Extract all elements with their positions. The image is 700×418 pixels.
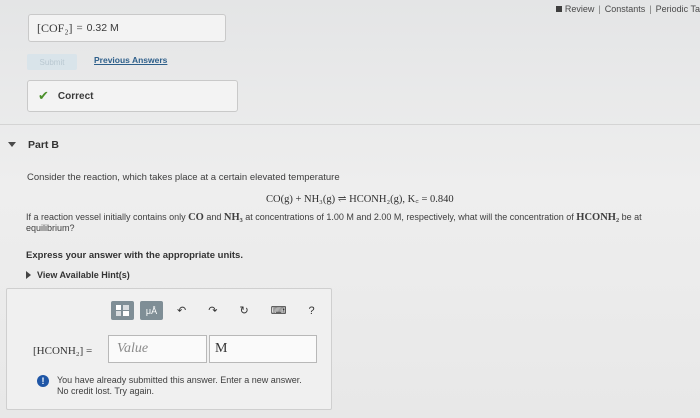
value-input[interactable]: Value bbox=[108, 335, 207, 363]
check-icon: ✔ bbox=[38, 88, 49, 103]
units-button[interactable]: μÅ bbox=[140, 301, 163, 320]
unit-input[interactable]: M bbox=[209, 335, 317, 363]
keyboard-icon[interactable]: ⌨ bbox=[271, 304, 287, 317]
part-a-equals: = bbox=[76, 22, 83, 34]
part-a-answer-lhs: [COF₂] bbox=[37, 20, 73, 35]
help-icon[interactable]: ? bbox=[309, 305, 315, 317]
constants-link[interactable]: Constants bbox=[605, 4, 646, 14]
correct-feedback: ✔ Correct bbox=[27, 80, 238, 112]
correct-label: Correct bbox=[57, 90, 94, 102]
alert-icon: ! bbox=[37, 375, 49, 387]
redo-icon[interactable]: ↷ bbox=[208, 304, 217, 317]
instructions: Express your answer with the appropriate… bbox=[26, 250, 243, 261]
resubmit-warning: You have already submitted this answer. … bbox=[57, 375, 302, 397]
part-b-title[interactable]: Part B bbox=[28, 139, 59, 151]
warning-line-1: You have already submitted this answer. … bbox=[57, 375, 302, 385]
math-toolbar: μÅ ↶ ↷ ↻ ⌨ ? bbox=[111, 301, 329, 320]
answer-label: [HCONH₂] = bbox=[33, 345, 93, 357]
previous-answers-link[interactable]: Previous Answers bbox=[94, 55, 167, 65]
view-hints-label: View Available Hint(s) bbox=[37, 270, 130, 280]
templates-button[interactable] bbox=[111, 301, 134, 320]
expand-triangle-icon bbox=[26, 271, 31, 279]
part-a-answer-box: [COF₂] = 0.32 M bbox=[28, 14, 226, 42]
view-hints-toggle[interactable]: View Available Hint(s) bbox=[26, 270, 130, 280]
undo-icon[interactable]: ↶ bbox=[177, 304, 186, 317]
periodic-table-link[interactable]: Periodic Ta bbox=[656, 4, 700, 14]
part-b-intro: Consider the reaction, which takes place… bbox=[27, 172, 340, 183]
part-a-answer-value: 0.32 M bbox=[86, 22, 119, 34]
section-divider bbox=[0, 124, 700, 125]
review-icon bbox=[555, 6, 562, 12]
submit-button[interactable]: Submit bbox=[27, 54, 77, 70]
review-link[interactable]: Review bbox=[565, 4, 595, 14]
reset-icon[interactable]: ↻ bbox=[239, 304, 248, 317]
part-b-question: If a reaction vessel initially contains … bbox=[26, 212, 642, 233]
warning-line-2: No credit lost. Try again. bbox=[57, 386, 155, 396]
collapse-triangle-icon[interactable] bbox=[8, 142, 16, 147]
reaction-equation: CO(g) + NH₃(g) ⇌ HCONH₂(g), K꜀ = 0.840 bbox=[266, 194, 454, 205]
template-grid-icon bbox=[116, 305, 129, 316]
top-links: Review | Constants | Periodic Ta bbox=[555, 4, 700, 14]
